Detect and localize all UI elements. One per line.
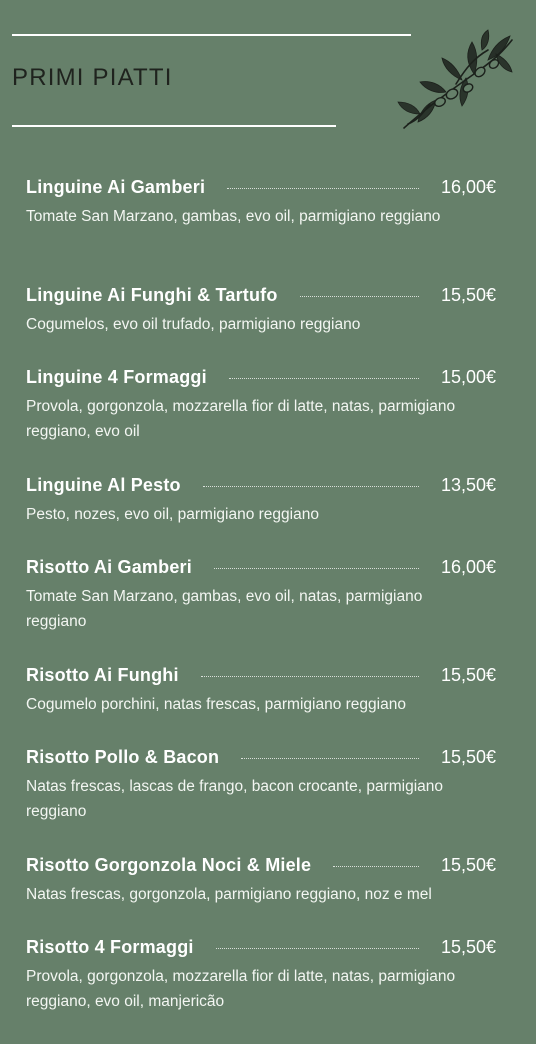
menu-item: Linguine Ai Funghi & Tartufo 15,50€ Cogu… — [26, 284, 496, 366]
menu-item-description: Provola, gorgonzola, mozzarella fior di … — [26, 968, 456, 1010]
menu-list: Linguine Ai Gamberi 16,00€ Tomate San Ma… — [26, 176, 496, 1044]
menu-item: Risotto Pollo & Bacon 15,50€ Natas fresc… — [26, 746, 496, 854]
menu-item-description: Provola, gorgonzola, mozzarella fior di … — [26, 398, 456, 440]
menu-item-price: 15,50€ — [440, 284, 496, 305]
menu-item-price: 16,00€ — [440, 176, 496, 197]
menu-item: Linguine Ai Gamberi 16,00€ Tomate San Ma… — [26, 176, 496, 284]
menu-item-name: Linguine Ai Gamberi — [26, 176, 206, 197]
menu-item-name: Linguine Ai Funghi & Tartufo — [26, 284, 278, 305]
menu-item-name: Risotto 4 Formaggi — [26, 936, 194, 957]
header-top-divider — [12, 34, 411, 36]
menu-item-description: Natas frescas, lascas de frango, bacon c… — [26, 778, 444, 820]
dotted-leader — [202, 485, 419, 487]
menu-item: Linguine 4 Formaggi 15,00€ Provola, gorg… — [26, 366, 496, 474]
menu-item-name: Risotto Ai Gamberi — [26, 556, 192, 577]
dotted-leader — [299, 295, 419, 297]
dotted-leader — [213, 567, 419, 569]
menu-item-name: Risotto Gorgonzola Noci & Miele — [26, 854, 312, 875]
section-header: PRIMI PIATTI — [0, 0, 536, 140]
menu-item-price: 15,50€ — [440, 746, 496, 767]
menu-item-price: 13,50€ — [440, 474, 496, 495]
header-bottom-divider — [12, 125, 336, 127]
menu-item-price: 15,50€ — [440, 936, 496, 957]
menu-item-price: 15,50€ — [440, 854, 496, 875]
menu-item-description: Tomate San Marzano, gambas, evo oil, nat… — [26, 588, 423, 630]
dotted-leader — [333, 865, 419, 867]
dotted-leader — [215, 947, 419, 949]
dotted-leader — [241, 757, 419, 759]
menu-item-name: Risotto Pollo & Bacon — [26, 746, 220, 767]
menu-item-description: Natas frescas, gorgonzola, parmigiano re… — [26, 886, 432, 903]
menu-item-name: Risotto Ai Funghi — [26, 664, 179, 685]
menu-item-description: Cogumelo porchini, natas frescas, parmig… — [26, 696, 406, 713]
menu-item: Risotto Ai Gamberi 16,00€ Tomate San Mar… — [26, 556, 496, 664]
olive-branch-icon — [397, 29, 513, 129]
menu-item-name: Linguine 4 Formaggi — [26, 366, 207, 387]
menu-item-name: Linguine Al Pesto — [26, 474, 181, 495]
menu-item-description: Pesto, nozes, evo oil, parmigiano reggia… — [26, 506, 319, 523]
menu-item: Risotto Ai Funghi 15,50€ Cogumelo porchi… — [26, 664, 496, 746]
menu-item-price: 16,00€ — [440, 556, 496, 577]
dotted-leader — [228, 377, 419, 379]
dotted-leader — [200, 675, 419, 677]
menu-item-description: Tomate San Marzano, gambas, evo oil, par… — [26, 208, 441, 225]
menu-item: Risotto Gorgonzola Noci & Miele 15,50€ N… — [26, 854, 496, 936]
menu-item: Risotto 4 Formaggi 15,50€ Provola, gorgo… — [26, 936, 496, 1044]
menu-item-description: Cogumelos, evo oil trufado, parmigiano r… — [26, 316, 361, 333]
menu-item-price: 15,50€ — [440, 664, 496, 685]
dotted-leader — [227, 187, 419, 189]
section-title: PRIMI PIATTI — [12, 64, 173, 91]
menu-item-price: 15,00€ — [440, 366, 496, 387]
menu-item: Linguine Al Pesto 13,50€ Pesto, nozes, e… — [26, 474, 496, 556]
